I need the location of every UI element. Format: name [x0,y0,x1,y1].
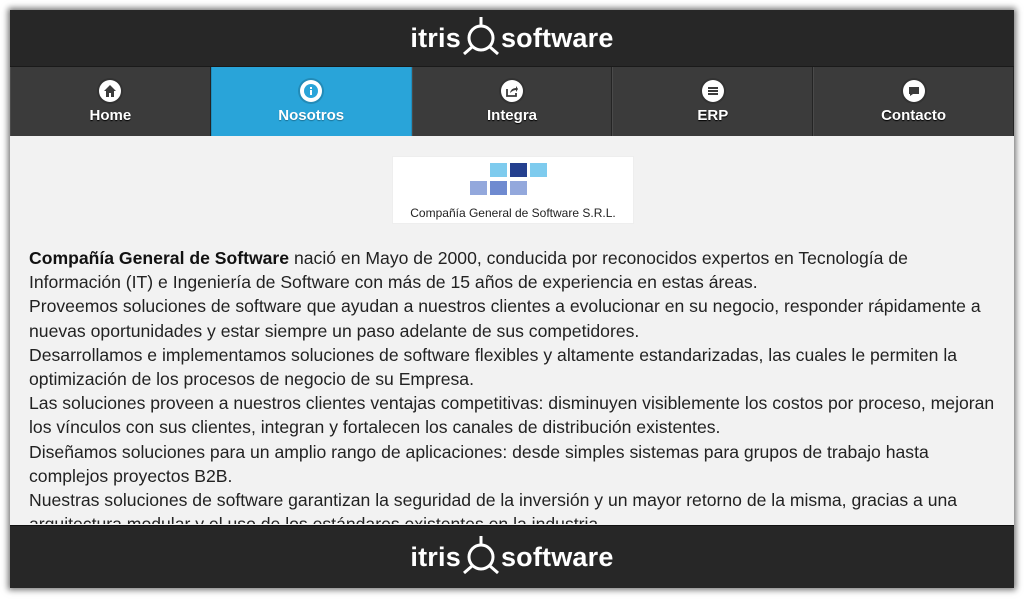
footer-logo[interactable]: itris software [410,535,613,579]
nav-item-home[interactable]: Home [10,67,211,136]
nav-label-erp: ERP [697,106,729,124]
logo-text-left: itris [410,22,461,53]
main-navigation: Home Nosotros Integra ERP Contacto [10,66,1014,137]
logo-target-icon [462,17,499,56]
logo-square [470,181,487,195]
footer-bar: itris software [10,525,1014,588]
nav-label-integra: Integra [486,106,537,124]
logo-square [530,163,547,177]
header-bar: itris software [10,10,1014,66]
nav-item-erp[interactable]: ERP [612,67,814,136]
home-icon [99,79,122,102]
logo-square [490,163,507,177]
nav-item-nosotros[interactable]: Nosotros [210,67,412,136]
nav-item-contacto[interactable]: Contacto [813,67,1014,136]
info-icon [300,79,323,102]
logo-text-left: itris [410,541,461,572]
about-paragraph: Proveemos soluciones de software que ayu… [29,296,981,341]
nav-label-contacto: Contacto [881,106,947,124]
about-paragraph: Nuestras soluciones de software garantiz… [29,490,958,524]
about-text: Compañía General de Software nació en Ma… [29,246,999,524]
about-intro: Compañía General de Software nació en Ma… [29,246,999,294]
logo-square [510,181,527,195]
logo-text-right: software [500,541,614,572]
company-name-bold: Compañía General de Software [29,248,290,268]
main-content[interactable]: Compañía General de Software S.R.L. Comp… [10,136,1014,524]
logo-square [490,181,507,195]
menu-icon [701,79,724,102]
nav-item-integra[interactable]: Integra [411,67,613,136]
nav-label-home: Home [89,106,132,124]
app-frame: itris software Home Nosotros Integra ERP… [10,10,1014,588]
logo-square [510,163,527,177]
chat-icon [902,79,925,102]
share-icon [500,79,523,102]
logo-text-right: software [500,22,614,53]
about-paragraph: Las soluciones proveen a nuestros client… [29,393,995,438]
about-paragraph: Desarrollamos e implementamos soluciones… [29,344,958,390]
logo-target-icon [462,536,499,575]
header-logo[interactable]: itris software [410,16,613,60]
company-logo: Compañía General de Software S.R.L. [392,156,634,224]
nav-label-nosotros: Nosotros [278,106,345,124]
company-logo-name: Compañía General de Software S.R.L. [410,206,616,220]
about-paragraph: Diseñamos soluciones para un amplio rang… [29,441,929,486]
